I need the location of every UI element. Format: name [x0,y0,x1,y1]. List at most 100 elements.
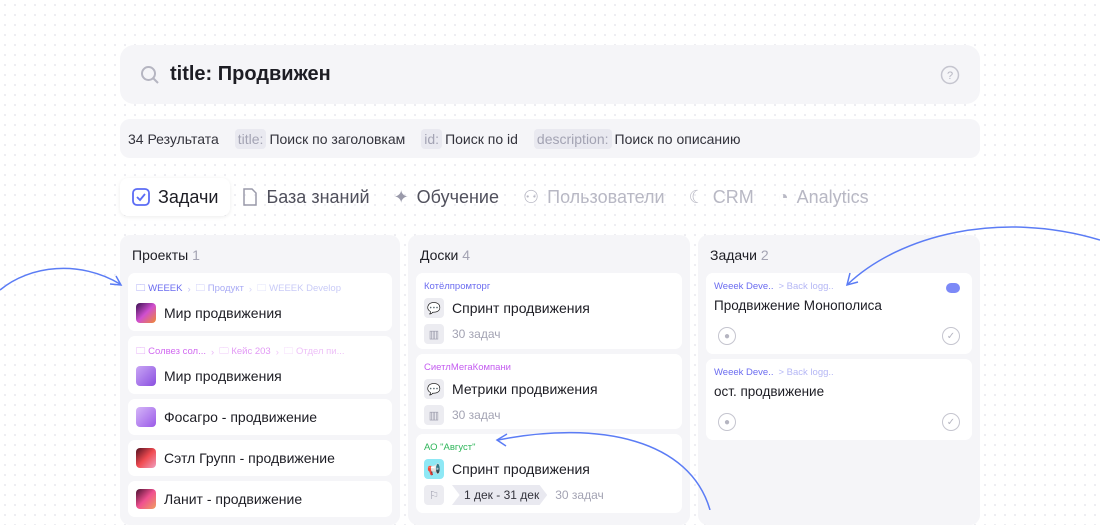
crumb[interactable]: 🗀 Солвез сол... [136,344,206,360]
column-count: 4 [462,247,471,263]
project-name: Сэтл Групп - продвижение [164,450,335,466]
complete-check-icon[interactable]: ✓ [942,327,960,345]
search-icon [141,65,159,84]
board-card[interactable]: Котёлпромторг 💬 Спринт продвижения ▥ 30 за… [416,273,682,349]
tab-label: Пользователи [547,186,665,207]
projects-column: Проекты 1 🗀 WEEEK › 🗀 Продукт › 🗀 WEEEK Deve… [120,235,400,525]
boards-column: Доски 4 Котёлпромторг 💬 Спринт продвижени… [408,235,690,525]
filter-label: Поиск по id [445,130,518,147]
tab-knowledge-base[interactable]: База знаний [230,178,381,216]
chat-icon: 💬 [424,379,444,399]
tab-label: CRM [712,186,754,207]
results-bar: 34 Результата title: Поиск по заголовкам … [120,119,980,158]
board-card[interactable]: СиетлМегаКомпани 💬 Метрики продвижения ▥ 3… [416,354,682,429]
tasks-column: Задачи 2 Weeek Deve.. > Back logg.. Продв… [698,235,980,525]
project-card[interactable]: 🗀 WEEEK › 🗀 Продукт › 🗀 WEEEK Develop Мир пр… [128,273,392,331]
project-card[interactable]: Сэтл Групп - продвижение [128,440,392,476]
column-title: Проекты 1 [128,243,392,273]
crumb[interactable]: 🗀 Отдел пи... [284,344,345,360]
board-company: АО "Август" [424,442,476,453]
task-name: ост. продвижение [714,384,825,399]
task-board[interactable]: > Back logg.. [779,367,834,378]
filter-prefix: title: [234,128,267,149]
board-name: Спринт продвижения [452,300,590,316]
board-card[interactable]: АО "Август" 📢 Спринт продвижения ⚐ 1 дек -… [416,434,682,513]
crumb[interactable]: 🗀 Продукт [196,281,244,297]
board-company: Котёлпромторг [424,281,491,292]
breadcrumb: 🗀 WEEEK › 🗀 Продукт › 🗀 WEEEK Develop [136,281,384,297]
date-range[interactable]: 1 дек - 31 дек [452,485,548,505]
results-count: 34 Результата [128,130,219,147]
board-company: СиетлМегаКомпани [424,362,511,373]
users-icon: ⚇ [522,186,540,207]
tab-label: Задачи [158,186,219,207]
filter-id[interactable]: id: Поиск по id [421,128,518,149]
tab-label: Обучение [416,186,499,207]
tab-label: Analytics [796,186,869,207]
crumb[interactable]: 🗀 WEEEK [136,281,182,297]
crumb[interactable]: 🗀 Кейс 203 [219,344,271,360]
crm-icon: ☾ [688,186,705,207]
task-count: 30 задач [555,488,604,502]
pie-chart-icon: ◔ [777,186,789,207]
filter-prefix: description: [533,128,612,149]
tab-analytics[interactable]: ◔ Analytics [766,178,881,216]
filter-description[interactable]: description: Поиск по описанию [533,128,741,149]
board-icon: ▥ [424,405,444,425]
task-card[interactable]: Weeek Deve.. > Back logg.. ост. продвижен… [706,359,972,440]
chat-icon: 💬 [424,298,444,318]
task-project[interactable]: Weeek Deve.. [714,281,774,292]
project-card[interactable]: Фосагро - продвижение [128,399,392,435]
project-name: Фосагро - продвижение [164,409,318,425]
tab-crm[interactable]: ☾ CRM [677,178,766,216]
board-name: Спринт продвижения [452,461,590,477]
megaphone-icon: 📢 [424,459,444,479]
column-title-text: Доски [420,247,459,263]
tab-tasks[interactable]: Задачи [120,178,231,216]
document-icon [243,188,258,206]
crumb[interactable]: 🗀 WEEEK Develop [257,281,341,297]
svg-text:?: ? [947,70,953,82]
toggle-icon[interactable] [946,283,960,293]
project-image [136,366,156,386]
board-name: Метрики продвижения [452,381,598,397]
tabs: Задачи База знаний ✦ Обучение ⚇ Пользовате… [120,178,881,216]
board-icon: ▥ [424,324,444,344]
filter-title[interactable]: title: Поиск по заголовкам [234,128,406,149]
column-title: Задачи 2 [706,243,972,273]
column-count: 1 [192,247,200,263]
filter-label: Поиск по описанию [614,130,741,147]
column-title: Доски 4 [416,243,682,273]
search-input[interactable]: title: Продвижен [170,63,940,86]
help-icon[interactable]: ? [940,65,960,85]
checkbox-icon [132,188,150,206]
task-board[interactable]: > Back logg.. [779,281,834,292]
assignee-icon[interactable]: ● [718,413,736,431]
arrow-left [0,267,121,291]
column-count: 2 [760,247,769,263]
project-name: Ланит - продвижение [164,491,303,507]
project-card[interactable]: Ланит - продвижение [128,481,392,517]
filter-label: Поиск по заголовкам [269,130,406,147]
complete-check-icon[interactable]: ✓ [942,413,960,431]
assignee-icon[interactable]: ● [718,327,736,345]
flag-icon: ⚐ [424,485,444,505]
sparkle-icon: ✦ [393,186,409,207]
filter-prefix: id: [421,128,443,149]
breadcrumb: 🗀 Солвез сол... › 🗀 Кейс 203 › 🗀 Отдел пи... [136,344,384,360]
search-bar[interactable]: title: Продвижен ? [120,45,980,104]
column-title-text: Проекты [132,247,189,263]
task-project[interactable]: Weeek Deve.. [714,367,774,378]
task-card[interactable]: Weeek Deve.. > Back logg.. Продвижение Мо… [706,273,972,354]
tab-learning[interactable]: ✦ Обучение [382,178,511,216]
tab-users[interactable]: ⚇ Пользователи [511,178,677,216]
task-count: 30 задач [452,408,501,422]
project-name: Мир продвижения [164,368,282,384]
project-image [136,489,156,509]
project-image [136,448,156,468]
project-image [136,303,156,323]
task-name: Продвижение Монополиса [714,298,882,313]
project-image [136,407,156,427]
project-card[interactable]: 🗀 Солвез сол... › 🗀 Кейс 203 › 🗀 Отдел пи...… [128,336,392,394]
task-count: 30 задач [452,327,501,341]
